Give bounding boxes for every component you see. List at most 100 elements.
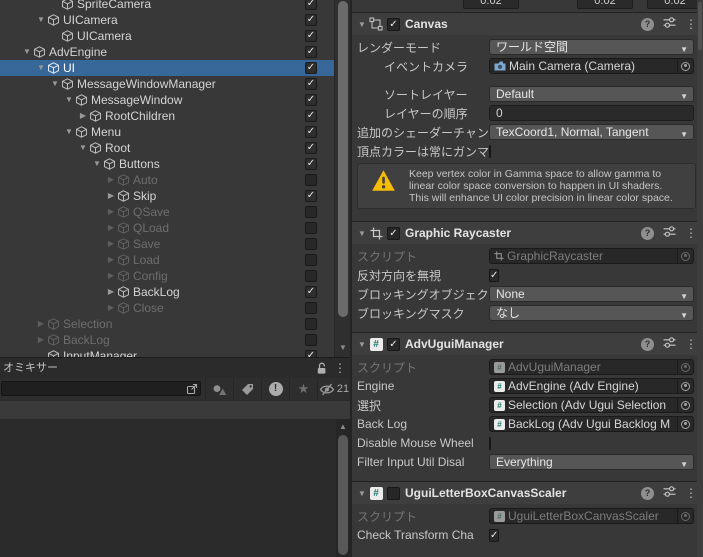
- active-checkbox[interactable]: [305, 270, 317, 282]
- fold-collapsed-icon[interactable]: ▶: [35, 316, 47, 332]
- fold-collapsed-icon[interactable]: ▶: [105, 284, 117, 300]
- hierarchy-row-buttons[interactable]: ▼ Buttons ✓: [0, 156, 334, 172]
- object-field[interactable]: # AdvEngine (Adv Engine): [489, 378, 694, 394]
- scrollbar-thumb[interactable]: [338, 435, 348, 555]
- presets-icon[interactable]: [663, 16, 676, 32]
- help-icon[interactable]: ?: [641, 17, 654, 31]
- filter-by-label-button[interactable]: [233, 378, 261, 400]
- object-field[interactable]: Main Camera (Camera): [489, 58, 694, 74]
- fold-expanded-icon[interactable]: ▼: [356, 20, 368, 29]
- number-field[interactable]: 0.02: [463, 0, 519, 9]
- kebab-icon[interactable]: ⋮: [685, 17, 697, 31]
- active-checkbox[interactable]: ✓: [305, 62, 317, 74]
- search-input[interactable]: [1, 381, 201, 396]
- fold-collapsed-icon[interactable]: ▶: [105, 220, 117, 236]
- active-checkbox[interactable]: ✓: [305, 0, 317, 10]
- hierarchy-row-ui[interactable]: ▼ UI ✓: [0, 60, 334, 76]
- active-checkbox[interactable]: [305, 222, 317, 234]
- active-checkbox[interactable]: [305, 318, 317, 330]
- presets-icon[interactable]: [663, 336, 676, 352]
- fold-expanded-icon[interactable]: ▼: [35, 60, 47, 76]
- help-icon[interactable]: ?: [641, 486, 654, 500]
- fold-collapsed-icon[interactable]: ▶: [105, 172, 117, 188]
- checkbox[interactable]: ✓: [489, 529, 500, 542]
- fold-collapsed-icon[interactable]: ▶: [105, 188, 117, 204]
- kebab-icon[interactable]: ⋮: [685, 337, 697, 351]
- kebab-icon[interactable]: ⋮: [685, 226, 697, 240]
- object-field[interactable]: GraphicRaycaster: [489, 248, 694, 264]
- object-field[interactable]: # UguiLetterBoxCanvasScaler: [489, 508, 694, 524]
- active-checkbox[interactable]: [305, 174, 317, 186]
- active-checkbox[interactable]: ✓: [305, 110, 317, 122]
- hierarchy-row-root[interactable]: ▼ Root ✓: [0, 140, 334, 156]
- fold-collapsed-icon[interactable]: ▶: [105, 204, 117, 220]
- tab-mixer[interactable]: オミキサー: [3, 358, 58, 378]
- dropdown-2[interactable]: None ▼: [489, 286, 694, 302]
- hierarchy-row-menu[interactable]: ▼ Menu ✓: [0, 124, 334, 140]
- hierarchy-row-save[interactable]: ▶ Save: [0, 236, 334, 252]
- fold-expanded-icon[interactable]: ▼: [63, 124, 75, 140]
- component-enabled-checkbox[interactable]: ✓: [387, 17, 400, 31]
- object-picker-button[interactable]: [678, 61, 693, 71]
- active-checkbox[interactable]: [305, 206, 317, 218]
- dropdown-0[interactable]: ワールド空間 ▼: [489, 39, 694, 55]
- object-picker-button[interactable]: [678, 511, 693, 521]
- component-header[interactable]: ▼ # UguiLetterBoxCanvasScaler? ⋮: [352, 482, 703, 504]
- unlock-icon[interactable]: [316, 362, 328, 378]
- object-picker-button[interactable]: [678, 251, 693, 261]
- component-enabled-checkbox[interactable]: ✓: [387, 226, 400, 240]
- fold-collapsed-icon[interactable]: ▶: [105, 268, 117, 284]
- hierarchy-row-spritecamera[interactable]: SpriteCamera ✓: [0, 0, 334, 12]
- fold-expanded-icon[interactable]: ▼: [49, 76, 61, 92]
- fold-expanded-icon[interactable]: ▼: [21, 44, 33, 60]
- dropdown-3[interactable]: なし ▼: [489, 305, 694, 321]
- hierarchy-row-advengine[interactable]: ▼ AdvEngine ✓: [0, 44, 334, 60]
- fold-collapsed-icon[interactable]: ▶: [35, 332, 47, 348]
- active-checkbox[interactable]: ✓: [305, 78, 317, 90]
- dropdown-5[interactable]: TexCoord1, Normal, Tangent ▼: [489, 124, 694, 140]
- component-header[interactable]: ▼ ✓ Graphic Raycaster? ⋮: [352, 222, 703, 244]
- hierarchy-row-qsave[interactable]: ▶ QSave: [0, 204, 334, 220]
- active-checkbox[interactable]: [305, 254, 317, 266]
- scrollbar-thumb[interactable]: [698, 2, 702, 50]
- hierarchy-row-messagewindowmanager[interactable]: ▼ MessageWindowManager ✓: [0, 76, 334, 92]
- hierarchy-row-qload[interactable]: ▶ QLoad: [0, 220, 334, 236]
- checkbox[interactable]: [489, 145, 491, 158]
- fold-expanded-icon[interactable]: ▼: [356, 340, 368, 349]
- active-checkbox[interactable]: [305, 302, 317, 314]
- active-checkbox[interactable]: ✓: [305, 158, 317, 170]
- hierarchy-scrollbar[interactable]: ▼: [334, 0, 350, 357]
- hidden-objects-toggle[interactable]: 21: [317, 378, 350, 400]
- component-enabled-checkbox[interactable]: ✓: [387, 337, 400, 351]
- hierarchy-row-rootchildren[interactable]: ▶ RootChildren ✓: [0, 108, 334, 124]
- active-checkbox[interactable]: ✓: [305, 14, 317, 26]
- object-picker-button[interactable]: [678, 381, 693, 391]
- fold-expanded-icon[interactable]: ▼: [91, 156, 103, 172]
- presets-icon[interactable]: [663, 485, 676, 501]
- component-header[interactable]: ▼ # ✓ AdvUguiManager? ⋮: [352, 333, 703, 355]
- dropdown-3[interactable]: Default ▼: [489, 86, 694, 102]
- active-checkbox[interactable]: ✓: [305, 350, 317, 357]
- hierarchy-row-backlog[interactable]: ▶ BackLog ✓: [0, 284, 334, 300]
- object-picker-button[interactable]: [678, 419, 693, 429]
- tab-menu-icon[interactable]: ⋮: [334, 358, 346, 378]
- favorite-search-button[interactable]: ★: [289, 378, 317, 400]
- active-checkbox[interactable]: ✓: [305, 30, 317, 42]
- hierarchy-row-inputmanager[interactable]: InputManager ✓: [0, 348, 334, 357]
- active-checkbox[interactable]: [305, 238, 317, 250]
- active-checkbox[interactable]: ✓: [305, 126, 317, 138]
- object-picker-button[interactable]: [678, 362, 693, 372]
- filter-by-type-button[interactable]: [205, 378, 233, 400]
- hierarchy-row-messagewindow[interactable]: ▼ MessageWindow ✓: [0, 92, 334, 108]
- fold-collapsed-icon[interactable]: ▶: [105, 236, 117, 252]
- hierarchy-row-auto[interactable]: ▶ Auto: [0, 172, 334, 188]
- hierarchy-row-uicamera[interactable]: ▼ UICamera ✓: [0, 12, 334, 28]
- component-enabled-checkbox[interactable]: [387, 486, 400, 500]
- fold-collapsed-icon[interactable]: ▶: [105, 252, 117, 268]
- active-checkbox[interactable]: ✓: [305, 142, 317, 154]
- hierarchy-row-config[interactable]: ▶ Config: [0, 268, 334, 284]
- fold-expanded-icon[interactable]: ▼: [356, 229, 368, 238]
- text-input[interactable]: 0: [489, 105, 694, 121]
- hierarchy-row-load[interactable]: ▶ Load: [0, 252, 334, 268]
- scroll-up-icon[interactable]: ▲: [336, 422, 350, 431]
